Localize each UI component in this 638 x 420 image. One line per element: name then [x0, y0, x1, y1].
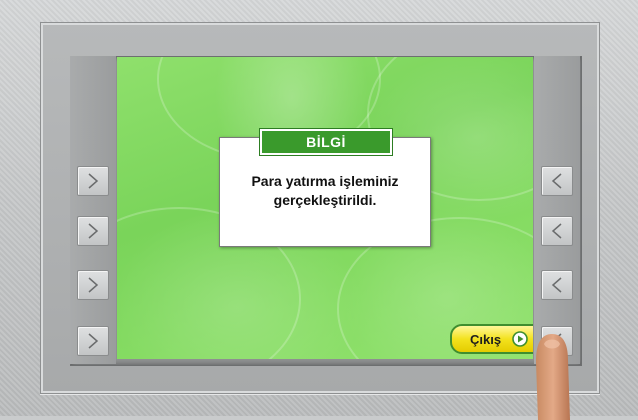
atm-screen: BİLGİ Para yatırma işleminiz gerçekleşti…: [117, 57, 533, 359]
chevron-right-icon: [88, 173, 99, 189]
left-button-panel: [70, 56, 116, 364]
chevron-right-icon: [88, 333, 99, 349]
chevron-right-icon: [88, 223, 99, 239]
left-function-key-4[interactable]: [77, 326, 109, 356]
left-function-key-3[interactable]: [77, 270, 109, 300]
finger-image: [536, 334, 570, 420]
right-function-key-2[interactable]: [541, 216, 573, 246]
play-circle-icon: [512, 331, 528, 347]
left-function-key-2[interactable]: [77, 216, 109, 246]
left-function-key-1[interactable]: [77, 166, 109, 196]
right-function-key-3[interactable]: [541, 270, 573, 300]
info-dialog: BİLGİ Para yatırma işleminiz gerçekleşti…: [219, 128, 431, 247]
right-function-key-1[interactable]: [541, 166, 573, 196]
right-button-panel: [534, 56, 580, 364]
exit-label: Çıkış: [470, 332, 502, 347]
chevron-left-icon: [551, 277, 562, 293]
chevron-right-icon: [88, 277, 99, 293]
dialog-message: Para yatırma işleminiz gerçekleştirildi.: [251, 173, 399, 208]
dialog-title: BİLGİ: [259, 128, 393, 156]
chevron-left-icon: [551, 173, 562, 189]
chevron-left-icon: [551, 223, 562, 239]
exit-button[interactable]: Çıkış: [450, 324, 533, 354]
